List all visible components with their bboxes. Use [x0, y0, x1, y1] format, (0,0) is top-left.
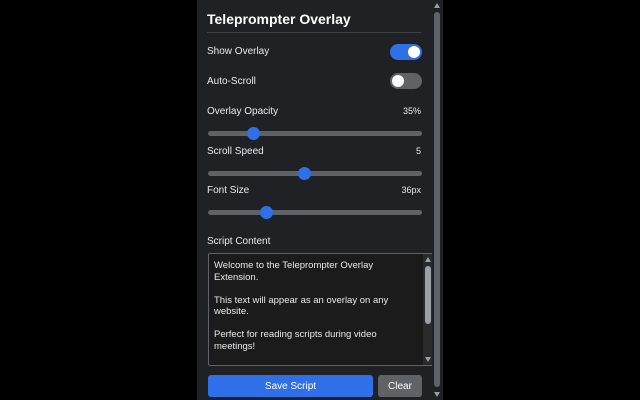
textarea-scroll-thumb[interactable]: [425, 266, 431, 324]
toggle-knob: [392, 75, 404, 87]
opacity-value: 35%: [402, 106, 421, 116]
settings-panel: Teleprompter Overlay Show Overlay Auto-S…: [197, 0, 434, 400]
scroll-down-arrow-icon[interactable]: [425, 357, 431, 362]
font-size-slider[interactable]: [208, 206, 422, 219]
scroll-speed-value: 5: [415, 146, 421, 156]
show-overlay-toggle[interactable]: [390, 44, 422, 60]
opacity-slider[interactable]: [208, 127, 422, 140]
script-text: Welcome to the Teleprompter Overlay Exte…: [214, 260, 389, 365]
font-size-slider-thumb[interactable]: [259, 206, 273, 219]
scroll-up-arrow-icon[interactable]: [434, 3, 440, 8]
panel-scrollbar[interactable]: [432, 0, 443, 400]
save-script-button[interactable]: Save Script: [208, 375, 373, 397]
scroll-speed-slider-thumb[interactable]: [298, 167, 312, 180]
auto-scroll-label: Auto-Scroll: [207, 76, 256, 87]
scroll-up-arrow-icon[interactable]: [425, 257, 431, 262]
scroll-down-arrow-icon[interactable]: [434, 392, 440, 397]
auto-scroll-toggle[interactable]: [390, 73, 422, 89]
title-divider: [207, 32, 421, 33]
clear-button[interactable]: Clear: [378, 375, 422, 397]
script-content-label: Script Content: [207, 236, 271, 247]
show-overlay-label: Show Overlay: [207, 46, 270, 57]
font-size-label: Font Size: [207, 185, 250, 196]
script-textarea[interactable]: Welcome to the Teleprompter Overlay Exte…: [208, 253, 434, 366]
scroll-speed-slider[interactable]: [208, 167, 422, 180]
font-size-value: 36px: [401, 185, 421, 195]
opacity-slider-thumb[interactable]: [246, 127, 260, 140]
panel-title: Teleprompter Overlay: [207, 11, 351, 27]
scroll-speed-label: Scroll Speed: [207, 146, 264, 157]
toggle-knob: [408, 46, 420, 58]
opacity-label: Overlay Opacity: [207, 106, 279, 117]
panel-scroll-thumb[interactable]: [434, 12, 440, 387]
